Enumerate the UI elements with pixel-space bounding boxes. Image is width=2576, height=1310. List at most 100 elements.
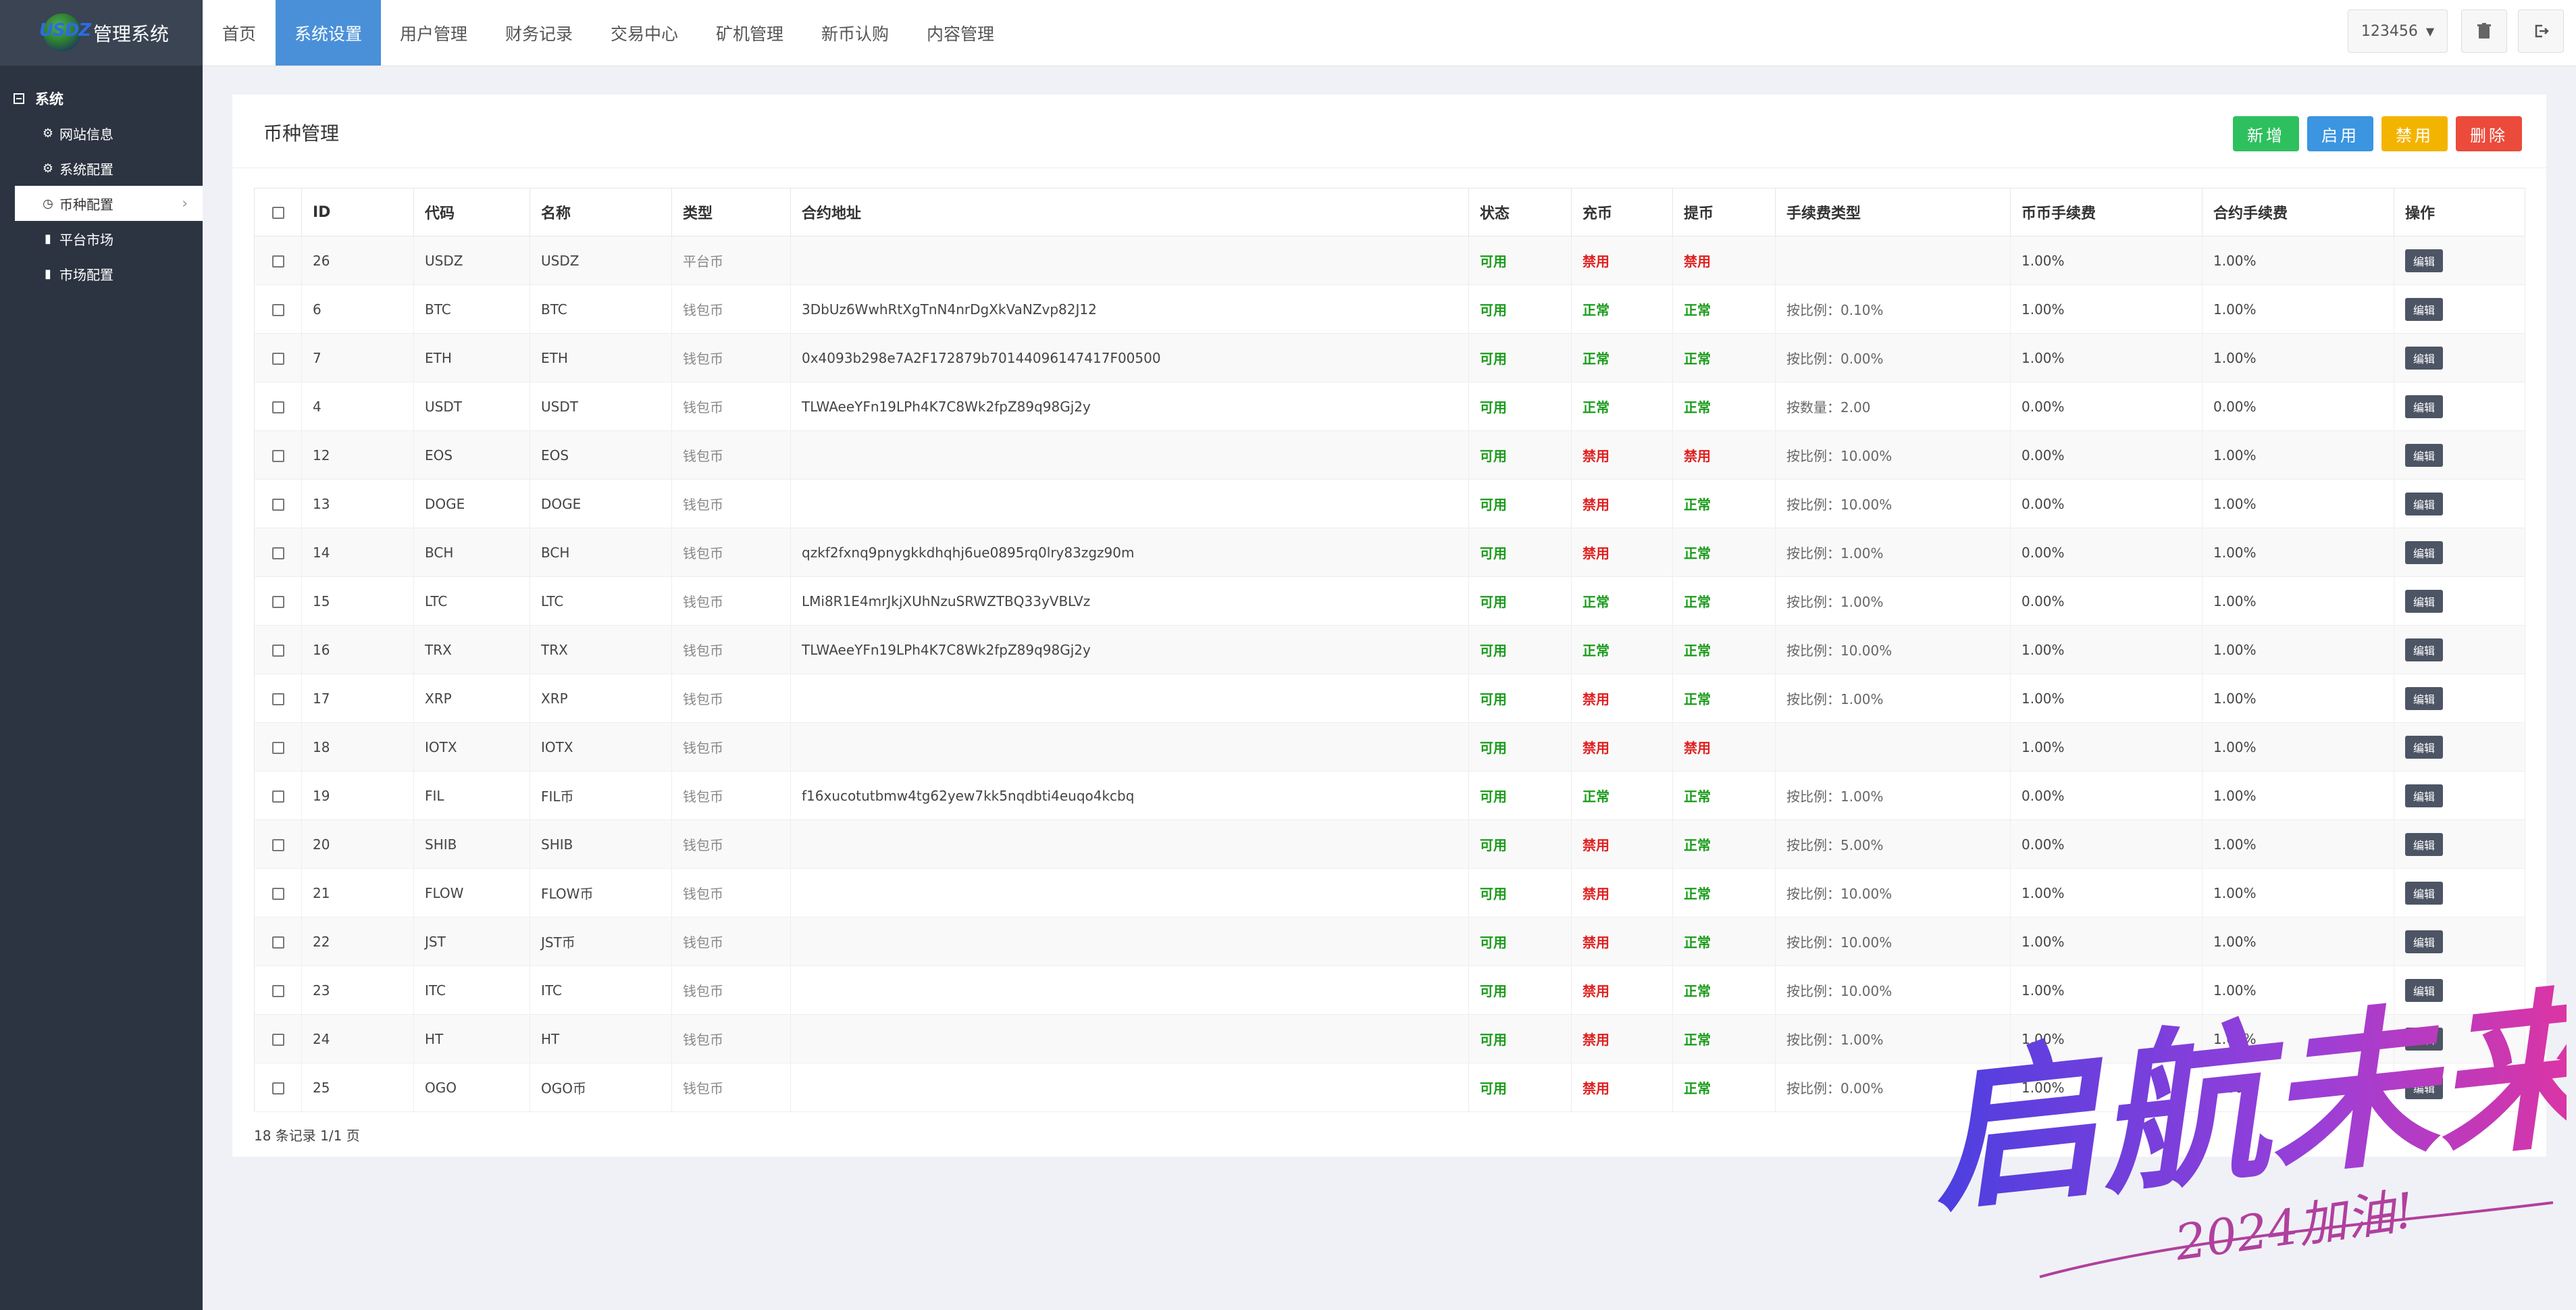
table-row[interactable]: 17 XRP XRP 钱包币 可用 禁用 正常 按比例：1.00% 1.00% 1.00% 编辑	[254, 674, 2525, 723]
cell-status: 可用	[1468, 868, 1572, 917]
add-button[interactable]: 新增	[2233, 116, 2299, 151]
nav-tab-2[interactable]: 用户管理	[381, 0, 486, 66]
row-checkbox[interactable]	[254, 528, 302, 577]
cell-actions: 编辑	[2394, 868, 2525, 917]
edit-button[interactable]: 编辑	[2405, 784, 2444, 807]
col-header[interactable]: 币币手续费	[2010, 188, 2203, 236]
cell-name: EOS	[530, 430, 672, 480]
edit-button[interactable]: 编辑	[2405, 540, 2444, 564]
nav-tab-3[interactable]: 财务记录	[486, 0, 592, 66]
nav-tab-1[interactable]: 系统设置	[276, 0, 381, 66]
nav-tab-0[interactable]: 首页	[203, 0, 276, 66]
user-menu-button[interactable]: 123456 ▼	[2348, 9, 2448, 53]
nav-tab-6[interactable]: 新币认购	[802, 0, 908, 66]
row-checkbox[interactable]	[254, 917, 302, 966]
table-row[interactable]: 26 USDZ USDZ 平台币 可用 禁用 禁用 1.00% 1.00% 编辑	[254, 236, 2525, 285]
edit-button[interactable]: 编辑	[2405, 589, 2444, 613]
edit-button[interactable]: 编辑	[2405, 735, 2444, 759]
row-checkbox[interactable]	[254, 333, 302, 382]
disable-button[interactable]: 禁用	[2381, 116, 2448, 151]
col-header[interactable]: 合约手续费	[2202, 188, 2394, 236]
edit-button[interactable]: 编辑	[2405, 832, 2444, 856]
cell-type: 钱包币	[671, 284, 791, 334]
table-row[interactable]: 23 ITC ITC 钱包币 可用 禁用 正常 按比例：10.00% 1.00% 1.00% 编辑	[254, 965, 2525, 1015]
cell-actions: 编辑	[2394, 479, 2525, 528]
edit-button[interactable]: 编辑	[2405, 638, 2444, 661]
cell-actions: 编辑	[2394, 1014, 2525, 1063]
col-header[interactable]: 代码	[413, 188, 530, 236]
cell-type: 钱包币	[671, 674, 791, 723]
table-row[interactable]: 24 HT HT 钱包币 可用 禁用 正常 按比例：1.00% 1.00% 1.00% 编辑	[254, 1014, 2525, 1063]
table-row[interactable]: 4 USDT USDT 钱包币 TLWAeeYFn19LPh4K7C8Wk2fpZ89q…	[254, 382, 2525, 431]
table-row[interactable]: 14 BCH BCH 钱包币 qzkf2fxnq9pnygkkdhqhj6ue0895r…	[254, 528, 2525, 577]
table-row[interactable]: 13 DOGE DOGE 钱包币 可用 禁用 正常 按比例：10.00% 0.00% 1.00% 编…	[254, 479, 2525, 528]
table-row[interactable]: 15 LTC LTC 钱包币 LMi8R1E4mrJkjXUhNzuSRWZTBQ33y…	[254, 576, 2525, 626]
table-row[interactable]: 18 IOTX IOTX 钱包币 可用 禁用 禁用 1.00% 1.00% 编辑	[254, 722, 2525, 772]
edit-button[interactable]: 编辑	[2405, 686, 2444, 710]
row-checkbox[interactable]	[254, 674, 302, 723]
row-checkbox[interactable]	[254, 479, 302, 528]
enable-button[interactable]: 启用	[2307, 116, 2373, 151]
row-checkbox[interactable]	[254, 382, 302, 431]
sidebar-item-4[interactable]: ▮ 市场配置	[0, 256, 203, 291]
col-header[interactable]: 合约地址	[790, 188, 1469, 236]
edit-button[interactable]: 编辑	[2405, 1076, 2444, 1099]
select-all-checkbox[interactable]	[254, 188, 302, 236]
edit-button[interactable]: 编辑	[2405, 978, 2444, 1002]
row-checkbox[interactable]	[254, 722, 302, 772]
col-header[interactable]: 提币	[1672, 188, 1776, 236]
row-checkbox[interactable]	[254, 1014, 302, 1063]
cell-deposit: 正常	[1571, 333, 1673, 382]
col-header[interactable]: 名称	[530, 188, 672, 236]
edit-button[interactable]: 编辑	[2405, 395, 2444, 418]
table-row[interactable]: 6 BTC BTC 钱包币 3DbUz6WwhRtXgTnN4nrDgXkVaNZvp8…	[254, 284, 2525, 334]
sidebar-item-1[interactable]: ⚙ 系统配置	[0, 151, 203, 186]
col-header[interactable]: 状态	[1468, 188, 1572, 236]
edit-button[interactable]: 编辑	[2405, 1027, 2444, 1051]
table-row[interactable]: 21 FLOW FLOW币 钱包币 可用 禁用 正常 按比例：10.00% 1.00% 1.00%…	[254, 868, 2525, 917]
table-row[interactable]: 20 SHIB SHIB 钱包币 可用 禁用 正常 按比例：5.00% 0.00% 1.00% 编辑	[254, 820, 2525, 869]
edit-button[interactable]: 编辑	[2405, 297, 2444, 321]
row-checkbox[interactable]	[254, 576, 302, 626]
row-checkbox[interactable]	[254, 430, 302, 480]
table-row[interactable]: 7 ETH ETH 钱包币 0x4093b298e7A2F172879b70144096…	[254, 333, 2525, 382]
sidebar-item-0[interactable]: ⚙ 网站信息	[0, 116, 203, 151]
col-header[interactable]: ID	[301, 188, 414, 236]
table-row[interactable]: 12 EOS EOS 钱包币 可用 禁用 禁用 按比例：10.00% 0.00% 1.00% 编辑	[254, 430, 2525, 480]
edit-button[interactable]: 编辑	[2405, 443, 2444, 467]
col-header[interactable]: 手续费类型	[1775, 188, 2011, 236]
table-row[interactable]: 16 TRX TRX 钱包币 TLWAeeYFn19LPh4K7C8Wk2fpZ89q9…	[254, 625, 2525, 674]
sidebar-item-2[interactable]: ◷ 币种配置 ›	[15, 186, 203, 221]
row-checkbox[interactable]	[254, 625, 302, 674]
logout-icon[interactable]	[2518, 9, 2564, 53]
row-checkbox[interactable]	[254, 771, 302, 820]
nav-tab-4[interactable]: 交易中心	[592, 0, 697, 66]
table-row[interactable]: 19 FIL FIL币 钱包币 f16xucotutbmw4tg62yew7kk5nqd…	[254, 771, 2525, 820]
edit-button[interactable]: 编辑	[2405, 492, 2444, 515]
row-checkbox[interactable]	[254, 965, 302, 1015]
row-checkbox[interactable]	[254, 820, 302, 869]
nav-tab-5[interactable]: 矿机管理	[697, 0, 802, 66]
table-row[interactable]: 25 OGO OGO币 钱包币 可用 禁用 正常 按比例：0.00% 1.00% 1.00% 编辑	[254, 1063, 2525, 1112]
edit-button[interactable]: 编辑	[2405, 930, 2444, 953]
row-checkbox[interactable]	[254, 284, 302, 334]
cell-address	[790, 820, 1469, 869]
edit-button[interactable]: 编辑	[2405, 249, 2444, 272]
trash-icon[interactable]	[2461, 9, 2507, 53]
edit-button[interactable]: 编辑	[2405, 881, 2444, 905]
col-header[interactable]: 操作	[2394, 188, 2525, 236]
edit-button[interactable]: 编辑	[2405, 346, 2444, 370]
cell-actions: 编辑	[2394, 382, 2525, 431]
row-checkbox[interactable]	[254, 868, 302, 917]
sidebar-group-system[interactable]: 系统	[0, 82, 203, 116]
cell-address: 0x4093b298e7A2F172879b70144096147417F005…	[790, 333, 1469, 382]
sidebar-item-3[interactable]: ▮ 平台市场	[0, 221, 203, 256]
row-checkbox[interactable]	[254, 1063, 302, 1112]
col-header[interactable]: 类型	[671, 188, 791, 236]
nav-tab-7[interactable]: 内容管理	[908, 0, 1013, 66]
delete-button[interactable]: 删除	[2456, 116, 2522, 151]
row-checkbox[interactable]	[254, 236, 302, 285]
cell-address	[790, 1063, 1469, 1112]
col-header[interactable]: 充币	[1571, 188, 1673, 236]
table-row[interactable]: 22 JST JST币 钱包币 可用 禁用 正常 按比例：10.00% 1.00% 1.00% 编辑	[254, 917, 2525, 966]
